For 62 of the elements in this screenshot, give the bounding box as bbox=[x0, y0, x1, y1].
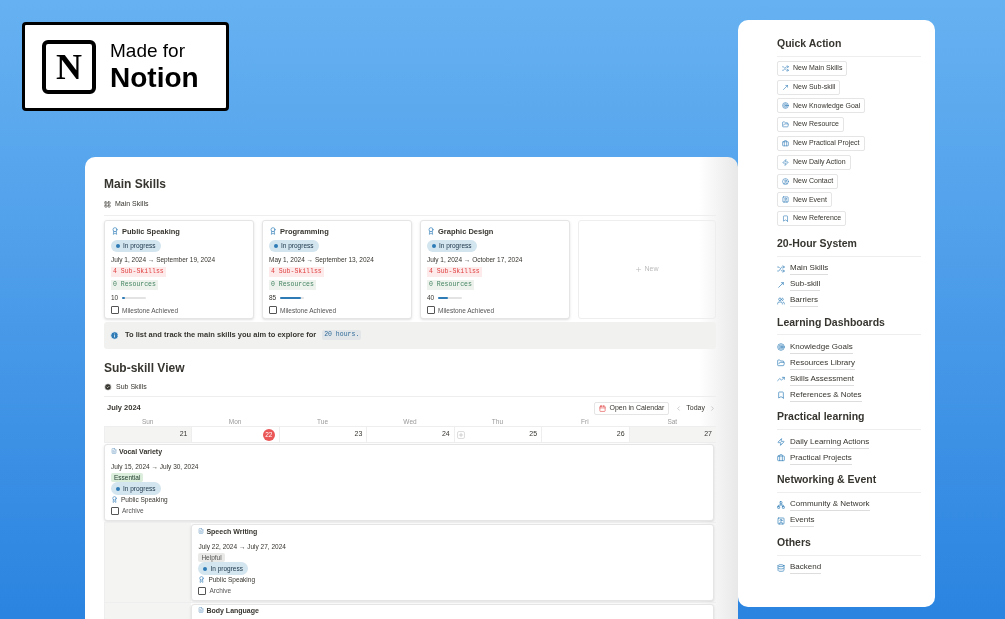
crossed-arrows-icon bbox=[777, 264, 785, 273]
sidebar-heading: Networking & Event bbox=[777, 472, 921, 493]
lightning-icon bbox=[777, 438, 785, 447]
sidebar-link[interactable]: Community & Network bbox=[790, 498, 870, 512]
sidebar-link[interactable]: Barriers bbox=[790, 294, 818, 308]
sidebar-heading: Practical learning bbox=[777, 409, 921, 431]
briefcase-icon bbox=[782, 139, 789, 147]
sidebar-link[interactable]: Backend bbox=[790, 561, 822, 575]
sidebar-heading: Others bbox=[777, 534, 921, 556]
target-icon bbox=[777, 343, 785, 352]
calendar-icon bbox=[599, 404, 607, 412]
bookmark-icon bbox=[777, 391, 785, 400]
checkbox[interactable] bbox=[427, 306, 435, 315]
page-icon bbox=[111, 448, 117, 454]
id-card-icon bbox=[782, 196, 789, 204]
section-title: Main Skills bbox=[104, 176, 168, 193]
target-icon bbox=[782, 102, 789, 110]
check-circle-icon bbox=[104, 382, 112, 391]
page-icon bbox=[198, 528, 205, 534]
id-card-icon bbox=[777, 516, 785, 525]
sidebar-link[interactable]: Resources Library bbox=[790, 356, 855, 370]
briefcase-icon bbox=[777, 454, 785, 463]
sidebar-link[interactable]: Skills Assessment bbox=[790, 372, 855, 386]
logo-subtitle: Made for bbox=[110, 41, 186, 60]
folder-icon bbox=[777, 359, 785, 368]
award-icon bbox=[111, 496, 118, 503]
database-icon bbox=[777, 563, 785, 572]
section-title: Sub-skill View bbox=[104, 359, 186, 377]
info-icon bbox=[110, 330, 119, 340]
sidebar-link[interactable]: Sub-skill bbox=[790, 278, 821, 292]
notion-logo: N bbox=[42, 39, 96, 94]
trend-icon bbox=[777, 375, 785, 384]
sidebar-link[interactable]: References & Notes bbox=[790, 388, 862, 402]
plus-icon bbox=[635, 265, 643, 273]
award-icon bbox=[269, 227, 277, 236]
sidebar-link[interactable]: Main Skills bbox=[790, 262, 829, 276]
checkbox[interactable] bbox=[269, 306, 277, 315]
network-icon bbox=[777, 500, 785, 509]
sidebar-link[interactable]: Practical Projects bbox=[790, 451, 852, 465]
award-icon bbox=[427, 227, 435, 236]
award-icon bbox=[111, 227, 119, 236]
sidebar-heading: Learning Dashboards bbox=[777, 314, 921, 336]
arrow-icon bbox=[777, 280, 785, 289]
checkbox[interactable] bbox=[198, 586, 207, 595]
grid-icon bbox=[104, 200, 111, 208]
sidebar-heading: Quick Action bbox=[777, 36, 921, 57]
user-icon bbox=[782, 177, 789, 185]
sidebar-link[interactable]: Events bbox=[790, 514, 815, 528]
arrow-icon bbox=[782, 83, 789, 91]
lightning-icon bbox=[782, 158, 789, 166]
people-icon bbox=[777, 296, 785, 305]
logo-title: Notion bbox=[110, 64, 199, 92]
checkbox[interactable] bbox=[111, 306, 119, 315]
sidebar-link[interactable]: Knowledge Goals bbox=[790, 340, 853, 354]
bookmark-icon bbox=[782, 215, 789, 223]
sidebar-link[interactable]: Daily Learning Actions bbox=[790, 435, 870, 449]
page-icon bbox=[198, 607, 205, 613]
crossed-arrows-icon bbox=[782, 64, 789, 72]
folder-icon bbox=[782, 121, 789, 129]
checkbox[interactable] bbox=[111, 506, 119, 515]
award-icon bbox=[198, 576, 206, 583]
sidebar-heading: 20-Hour System bbox=[777, 235, 921, 257]
